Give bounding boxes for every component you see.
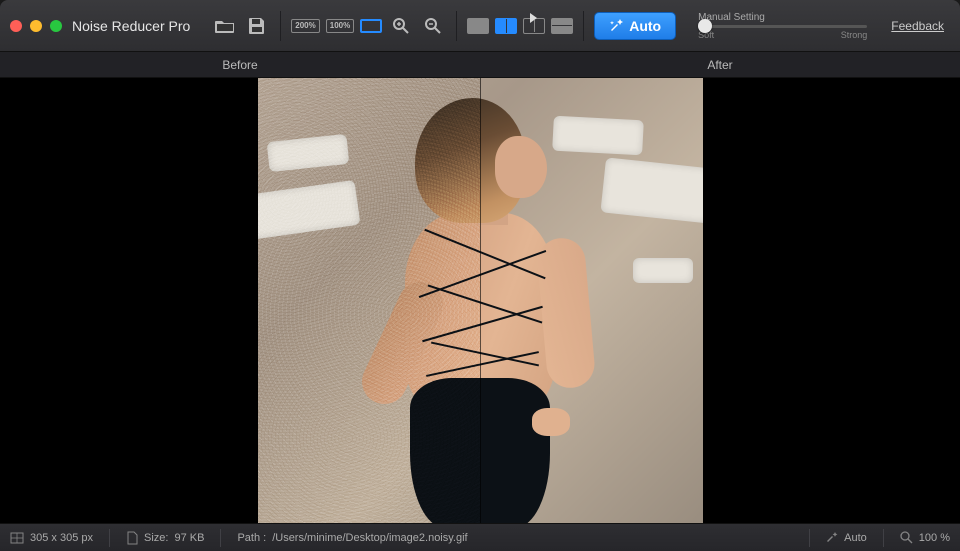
zoom-200-button[interactable]: 200% — [291, 19, 319, 33]
zoom-group: 200% 100% — [283, 0, 454, 51]
image-canvas[interactable] — [0, 78, 960, 523]
window-close-button[interactable] — [10, 20, 22, 32]
separator — [109, 529, 110, 547]
magic-wand-icon — [826, 532, 838, 544]
status-mode[interactable]: Auto — [826, 532, 867, 544]
zoom-in-button[interactable] — [388, 15, 414, 37]
comparison-header: Before After — [0, 52, 960, 78]
view-split-horizontal-button[interactable] — [551, 18, 573, 34]
auto-button[interactable]: Auto — [594, 12, 676, 40]
status-zoom[interactable]: 100 % — [900, 531, 950, 544]
after-label: After — [480, 52, 960, 77]
separator — [883, 529, 884, 547]
save-file-button[interactable] — [244, 15, 270, 37]
manual-slider-label: Manual Setting — [698, 12, 867, 23]
image-preview — [258, 78, 703, 523]
top-toolbar: Noise Reducer Pro 200% 100% Auto — [0, 0, 960, 52]
status-size: Size: 97 KB — [126, 531, 204, 545]
status-path: Path : /Users/minime/Desktop/image2.nois… — [237, 532, 467, 544]
view-split-vertical-button[interactable] — [495, 18, 517, 34]
status-dimensions: 305 x 305 px — [10, 532, 93, 544]
app-title: Noise Reducer Pro — [72, 18, 190, 34]
zoom-100-button[interactable]: 100% — [326, 19, 354, 33]
feedback-link[interactable]: Feedback — [891, 19, 944, 33]
magic-wand-icon — [609, 19, 623, 33]
zoom-fit-button[interactable] — [360, 19, 382, 33]
separator — [280, 11, 281, 41]
split-divider[interactable] — [480, 78, 481, 523]
window-maximize-button[interactable] — [50, 20, 62, 32]
file-group — [204, 0, 278, 51]
separator — [583, 11, 584, 41]
separator — [220, 529, 221, 547]
zoom-out-button[interactable] — [420, 15, 446, 37]
manual-slider[interactable] — [698, 25, 867, 28]
filesize-icon — [126, 531, 138, 545]
view-mode-group — [459, 0, 581, 51]
slider-max-label: Strong — [841, 30, 868, 40]
view-single-button[interactable] — [467, 18, 489, 34]
window-controls — [10, 20, 62, 32]
before-label: Before — [0, 52, 480, 77]
status-bar: 305 x 305 px Size: 97 KB Path : /Users/m… — [0, 523, 960, 551]
open-file-button[interactable] — [212, 15, 238, 37]
auto-group: Auto — [586, 0, 684, 51]
dimensions-icon — [10, 532, 24, 544]
manual-slider-ends: Soft Strong — [698, 30, 867, 40]
view-curtain-button[interactable] — [523, 18, 545, 34]
separator — [809, 529, 810, 547]
manual-slider-thumb[interactable] — [698, 19, 712, 33]
zoom-icon — [900, 531, 913, 544]
separator — [456, 11, 457, 41]
auto-button-label: Auto — [629, 18, 661, 34]
before-noise-overlay — [258, 78, 481, 523]
window-minimize-button[interactable] — [30, 20, 42, 32]
manual-slider-block: Manual Setting Soft Strong — [684, 12, 881, 40]
